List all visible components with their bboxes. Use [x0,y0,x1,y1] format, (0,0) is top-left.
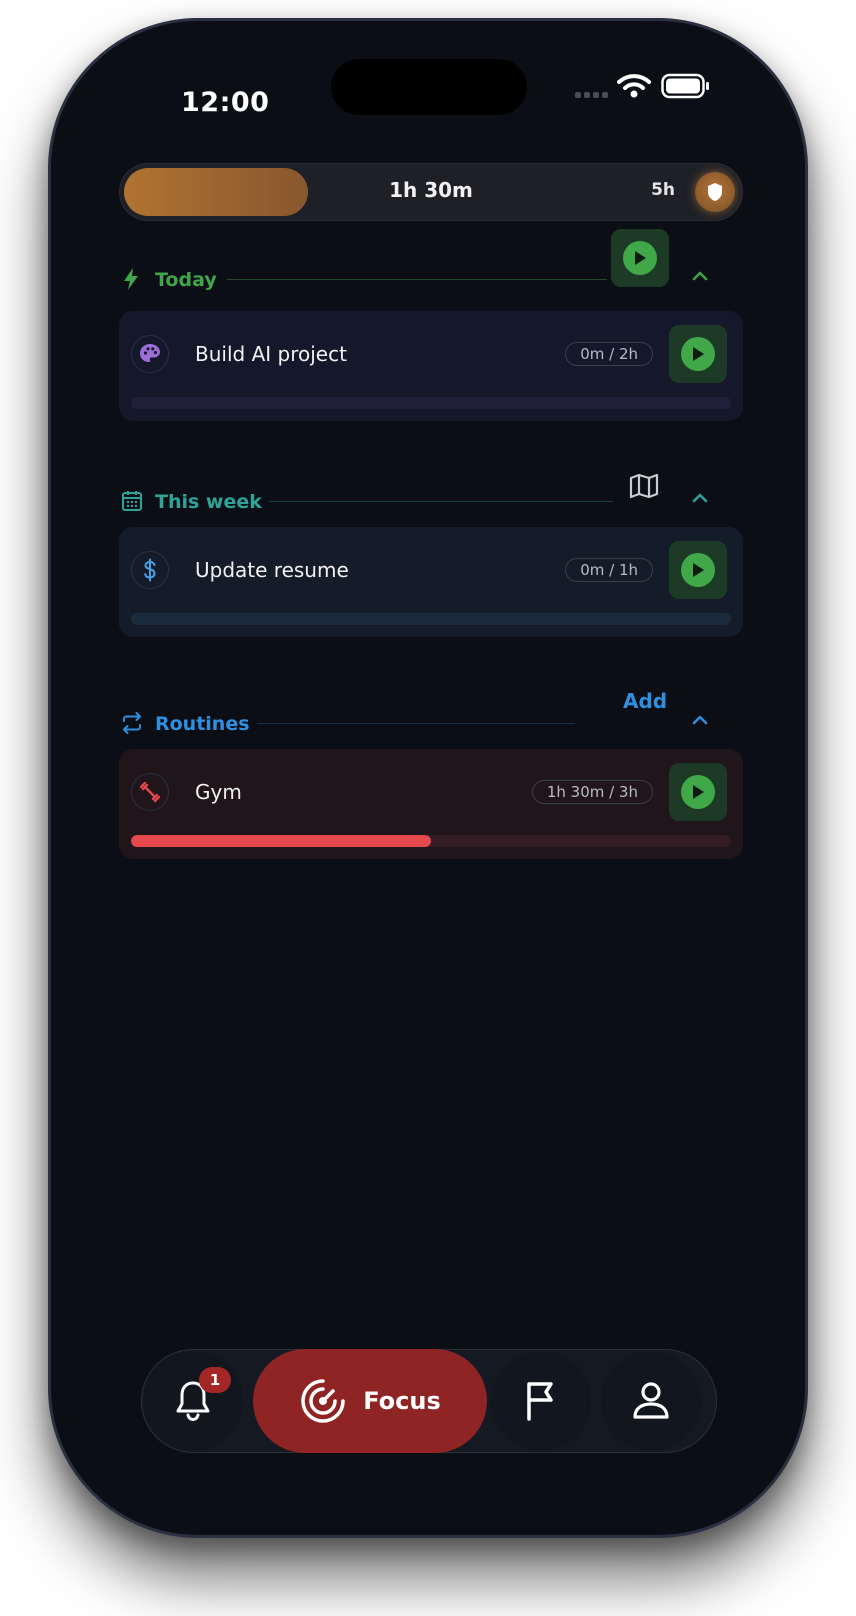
profile-button[interactable] [601,1351,701,1451]
task-play-button[interactable] [669,325,727,383]
task-time-chip: 1h 30m / 3h [531,780,653,804]
chevron-up-icon[interactable] [691,491,709,505]
battery-icon [661,73,709,99]
dynamic-island [331,59,527,115]
notification-badge: 1 [199,1367,231,1393]
task-card-build-ai-project[interactable]: Build AI project 0m / 2h [119,311,743,421]
section-this-week-divider [269,501,613,502]
status-time: 12:00 [181,87,270,118]
palette-icon [140,344,160,362]
task-progress-track [131,613,731,625]
section-today-title: Today [155,269,217,291]
calendar-icon [122,491,142,511]
task-progress-track [131,397,731,409]
task-time-chip: 0m / 1h [565,558,653,582]
task-icon [131,773,169,811]
task-progress-track [131,835,731,847]
section-today-header: Today [119,257,739,301]
task-card-gym[interactable]: Gym 1h 30m / 3h [119,749,743,859]
dumbbell-icon [139,781,161,803]
chevron-up-icon[interactable] [691,713,709,727]
play-icon [693,347,704,361]
section-this-week-header: This week [119,479,739,523]
task-icon [131,335,169,373]
user-icon [633,1382,669,1419]
focus-label: Focus [363,1387,441,1415]
task-title: Gym [195,780,242,804]
bottom-nav: 1 Focus [141,1349,717,1453]
task-play-circle [681,337,715,371]
daily-progress-bar[interactable]: 1h 30m 5h [119,163,743,221]
wifi-icon [617,74,651,98]
task-card-update-resume[interactable]: Update resume 0m / 1h [119,527,743,637]
section-routines-divider [257,723,575,724]
task-time-chip: 0m / 2h [565,342,653,366]
dollar-icon [144,558,156,582]
notifications-button[interactable]: 1 [143,1351,243,1451]
lightning-icon [124,268,138,290]
play-icon [693,785,704,799]
task-play-button[interactable] [669,763,727,821]
repeat-icon [123,712,141,734]
phone-frame: 12:00 1h 30m 5h Today Build AI project 0… [48,18,808,1538]
task-title: Update resume [195,558,349,582]
task-play-button[interactable] [669,541,727,599]
task-title: Build AI project [195,342,347,366]
goals-button[interactable] [491,1351,591,1451]
flag-icon [527,1382,553,1421]
section-routines-title: Routines [155,713,250,735]
target-icon [301,1379,345,1423]
shield-icon [708,183,722,201]
task-progress-fill [131,835,431,847]
section-this-week-title: This week [155,491,262,513]
chevron-up-icon[interactable] [691,269,709,283]
play-icon [693,563,704,577]
focus-button[interactable]: Focus [253,1349,487,1453]
section-today-divider [227,279,607,280]
shield-button[interactable] [695,172,735,212]
daily-logged-time: 1h 30m [389,178,473,202]
signal-icon [575,92,608,98]
task-icon [131,551,169,589]
daily-goal: 5h [651,180,675,200]
task-play-circle [681,553,715,587]
task-play-circle [681,775,715,809]
section-routines-header: Routines [119,701,739,745]
